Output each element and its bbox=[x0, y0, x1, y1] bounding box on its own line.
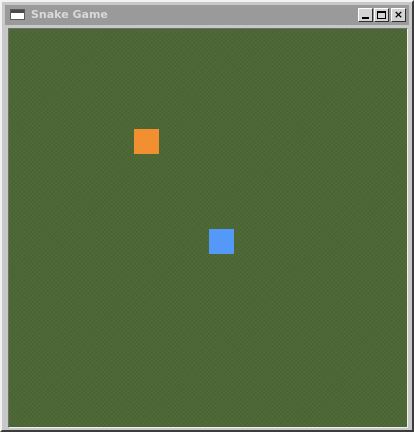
app-window: Snake Game × bbox=[0, 0, 414, 432]
snake-head bbox=[209, 229, 234, 254]
close-icon: × bbox=[393, 8, 404, 21]
close-button[interactable]: × bbox=[391, 8, 406, 22]
window-title: Snake Game bbox=[31, 8, 108, 21]
maximize-button[interactable] bbox=[374, 8, 389, 22]
food-pellet bbox=[134, 129, 159, 154]
maximize-icon bbox=[377, 11, 386, 19]
title-bar[interactable]: Snake Game × bbox=[5, 5, 409, 25]
minimize-button[interactable] bbox=[358, 8, 373, 22]
game-board[interactable] bbox=[8, 28, 408, 428]
window-icon[interactable] bbox=[10, 9, 25, 20]
minimize-icon bbox=[362, 17, 369, 19]
